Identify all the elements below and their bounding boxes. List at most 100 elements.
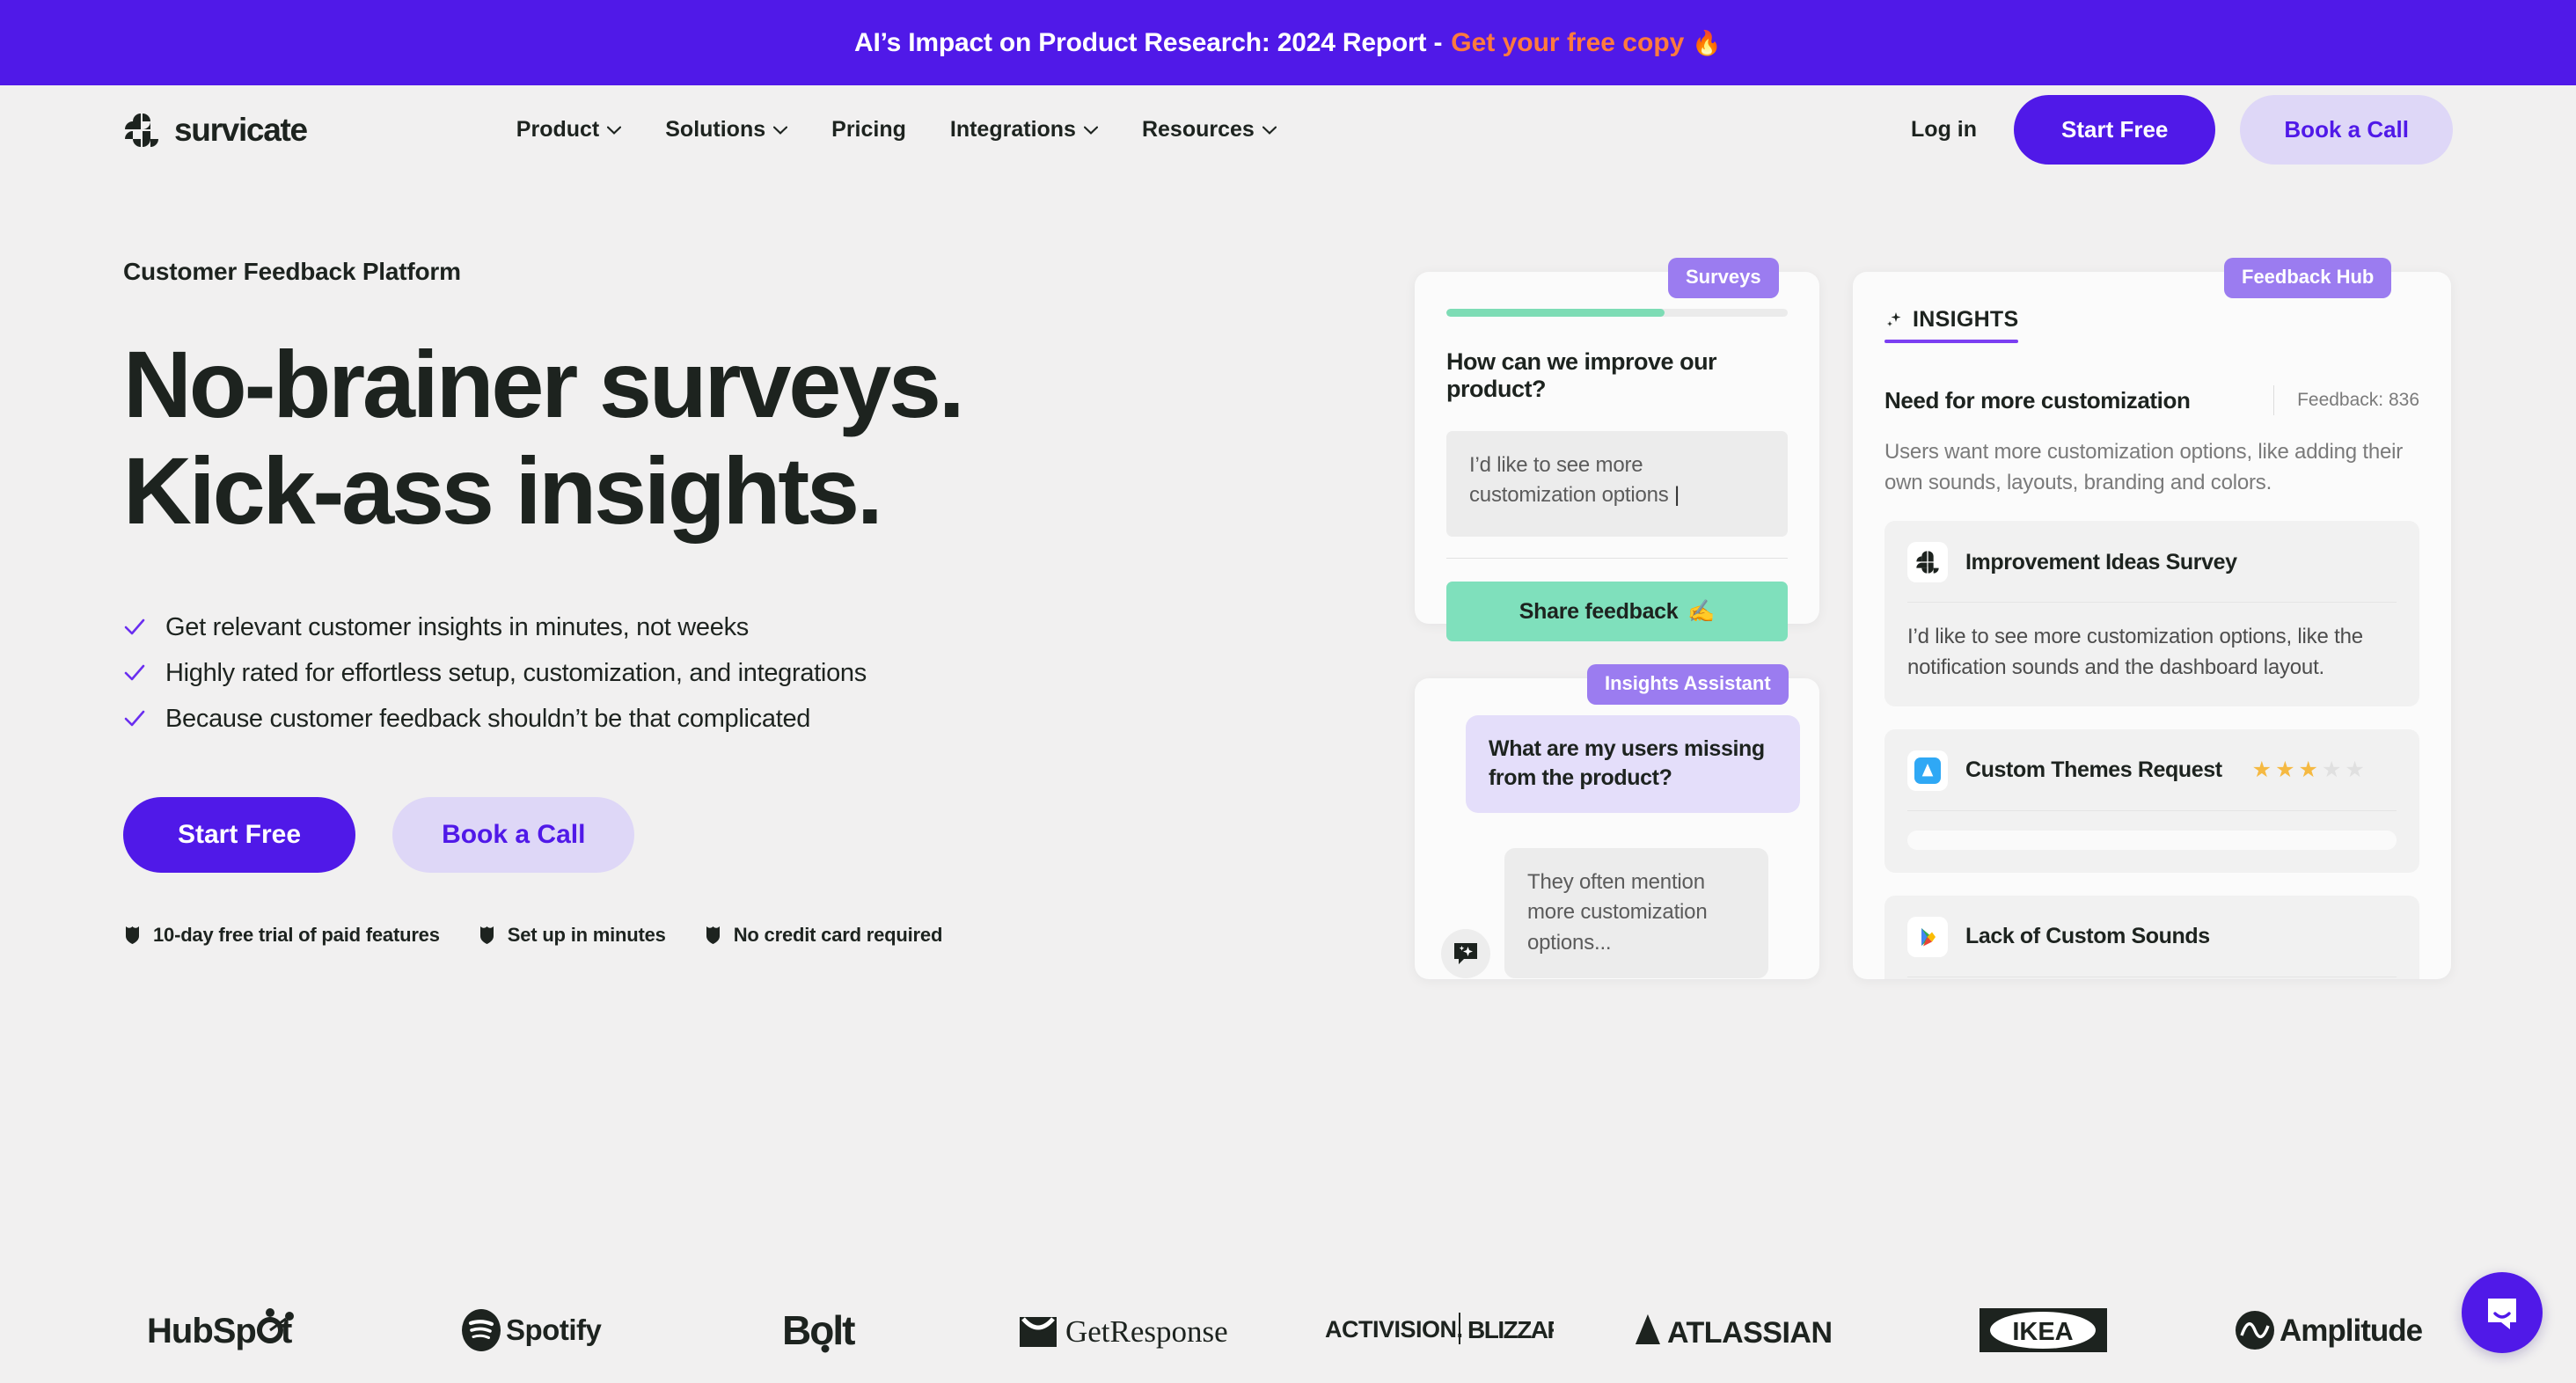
chat-assistant-message: They often mention more customization op… <box>1504 847 1768 978</box>
feedback-item-header: Improvement Ideas Survey <box>1907 542 2397 583</box>
headline-line-2: Kick-ass insights. <box>123 436 883 544</box>
survicate-icon <box>1907 542 1948 583</box>
insight-count-wrap: Feedback: 836 <box>2273 385 2419 415</box>
survey-question: How can we improve our product? <box>1446 348 1717 402</box>
header-actions: Log in Start Free Book a Call <box>1911 95 2453 165</box>
logo-amplitude: Amplitude <box>2195 1308 2498 1352</box>
nav-label: Pricing <box>831 117 906 142</box>
site-header: survicate Product Solutions Pricing Inte… <box>0 85 2576 174</box>
nav-item-pricing[interactable]: Pricing <box>831 117 906 143</box>
feedback-hub-pill-badge: Feedback Hub <box>2224 258 2392 298</box>
star-icon: ★ <box>2275 757 2295 783</box>
survey-answer-value: I’d like to see more customization optio… <box>1469 453 1669 508</box>
logo-ikea: IKEA <box>1892 1306 2195 1354</box>
feedback-item-header: Lack of Custom Sounds <box>1907 916 2397 957</box>
skeleton-line <box>1907 830 2397 850</box>
surveys-card: How can we improve our product? I’d like… <box>1415 272 1819 641</box>
banner-text: AI’s Impact on Product Research: 2024 Re… <box>854 27 1443 57</box>
logo[interactable]: survicate <box>123 111 308 149</box>
survey-progress-bar <box>1446 309 1788 317</box>
share-feedback-label: Share feedback <box>1519 598 1679 624</box>
app-store-icon <box>1907 750 1948 791</box>
announcement-banner[interactable]: AI’s Impact on Product Research: 2024 Re… <box>0 0 2576 85</box>
check-icon <box>124 665 145 681</box>
sparkle-icon <box>1887 311 1901 326</box>
trust-item: Set up in minutes <box>478 924 666 947</box>
list-item: Highly rated for effortless setup, custo… <box>123 659 1355 688</box>
getresponse-logo-icon: GetResponse <box>1020 1314 1228 1349</box>
avatar <box>1441 928 1490 978</box>
feedback-item-name: Custom Themes Request <box>1965 757 2222 783</box>
hero-start-free-button[interactable]: Start Free <box>123 796 356 873</box>
fire-icon: 🔥 <box>1692 29 1722 56</box>
star-icon-empty: ★ <box>2345 757 2365 783</box>
chat-assistant-row: They often mention more customization op… <box>1441 847 1793 978</box>
hero-book-call-button[interactable]: Book a Call <box>392 796 635 873</box>
trust-item: No credit card required <box>704 924 942 947</box>
google-play-glyph <box>1921 927 1936 947</box>
check-badge-icon <box>706 926 720 944</box>
customer-logo-strip: HubSp t Spotify Bolt GetResponse ACTIVIS… <box>0 1277 2576 1383</box>
ikea-logo-icon: IKEA <box>1980 1308 2108 1352</box>
tab-active-underline <box>1884 340 2019 343</box>
page-title: No-brainer surveys. Kick-ass insights. <box>123 331 1355 545</box>
chevron-down-icon <box>1083 126 1098 135</box>
google-play-icon <box>1907 916 1948 957</box>
amplitude-logo-icon: Amplitude <box>2235 1311 2423 1350</box>
hero-product-visual: Surveys How can we improve our product? … <box>1415 258 2453 979</box>
writing-hand-icon: ✍️ <box>1687 598 1716 624</box>
check-icon <box>124 619 145 635</box>
hero-cta-row: Start Free Book a Call <box>123 796 1355 873</box>
insights-assistant-pill-badge: Insights Assistant <box>1587 664 1789 705</box>
star-icon: ★ <box>2298 757 2318 783</box>
list-item[interactable]: Lack of Custom Sounds <box>1884 895 2419 979</box>
share-feedback-button[interactable]: Share feedback ✍️ <box>1446 582 1788 641</box>
chat-bubble-icon <box>2488 1299 2516 1329</box>
list-item[interactable]: Custom Themes Request ★ ★ ★ ★ ★ <box>1884 728 2419 873</box>
spotify-logo-icon: Spotify <box>461 1309 603 1351</box>
nav-label: Solutions <box>665 117 766 142</box>
activision-blizzard-logo-icon: ACTIVISION. BLIZZARD <box>1325 1313 1554 1344</box>
divider <box>1907 809 2397 811</box>
svg-text:Amplitude: Amplitude <box>2280 1313 2423 1348</box>
feedback-item-header: Custom Themes Request ★ ★ ★ ★ ★ <box>1907 750 2397 791</box>
nav-item-product[interactable]: Product <box>516 117 622 143</box>
divider <box>1907 602 2397 604</box>
feedback-item-body: I’d like to see more customization optio… <box>1907 625 2363 679</box>
logo-text: survicate <box>174 111 308 148</box>
logo-bolt: Bolt <box>684 1307 986 1353</box>
divider <box>2273 385 2275 415</box>
insights-tab-inner: INSIGHTS <box>1884 307 2018 340</box>
survicate-glyph <box>1916 551 1939 574</box>
list-item[interactable]: Improvement Ideas Survey I’d like to see… <box>1884 521 2419 706</box>
logo-spotify: Spotify <box>382 1308 684 1352</box>
survey-answer-input[interactable]: I’d like to see more customization optio… <box>1446 431 1788 537</box>
intercom-chat-launcher[interactable] <box>2462 1272 2543 1353</box>
trust-label: 10-day free trial of paid features <box>153 923 440 946</box>
surveys-pill-badge: Surveys <box>1668 258 1779 298</box>
status-badge: ★ ★ ★ ★ ★ <box>2252 759 2365 781</box>
check-badge-icon <box>126 926 139 944</box>
svg-text:BLIZZARD: BLIZZARD <box>1467 1316 1554 1343</box>
trust-label: No credit card required <box>733 923 943 946</box>
svg-text:HubSp: HubSp <box>147 1312 256 1350</box>
banner-cta-link[interactable]: Get your free copy <box>1451 28 1684 58</box>
star-icon: ★ <box>2251 757 2272 783</box>
nav-item-solutions[interactable]: Solutions <box>665 117 788 143</box>
chevron-down-icon <box>607 126 622 135</box>
bullet-label: Highly rated for effortless setup, custo… <box>165 658 867 687</box>
nav-item-resources[interactable]: Resources <box>1142 117 1277 143</box>
list-item: Get relevant customer insights in minute… <box>123 613 1355 642</box>
svg-text:Spotify: Spotify <box>506 1313 602 1346</box>
header-start-free-button[interactable]: Start Free <box>2014 95 2216 165</box>
bullet-label: Get relevant customer insights in minute… <box>165 612 749 641</box>
tab-insights[interactable]: INSIGHTS <box>1884 307 2019 343</box>
atlassian-logo-icon: ATLASSIAN <box>1635 1314 1833 1350</box>
header-book-call-button[interactable]: Book a Call <box>2240 95 2453 165</box>
divider <box>1446 558 1788 559</box>
login-link[interactable]: Log in <box>1911 117 1977 143</box>
hero-copy: Customer Feedback Platform No-brainer su… <box>123 258 1355 947</box>
nav-item-integrations[interactable]: Integrations <box>950 117 1098 143</box>
text-caret: | <box>1668 483 1680 508</box>
sparkle-chat-icon <box>1454 942 1477 964</box>
